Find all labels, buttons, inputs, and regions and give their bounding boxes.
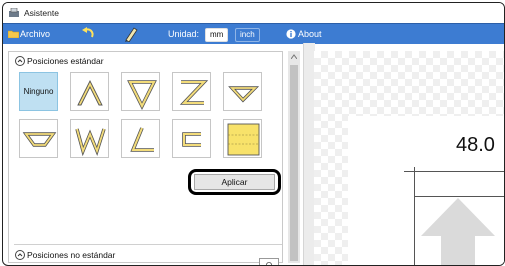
- z-shape-icon: [179, 80, 209, 105]
- section-divider: [14, 244, 282, 245]
- yellow-square-shape-icon: [227, 123, 260, 156]
- title-bar: Asistente: [3, 3, 504, 23]
- unit-mm-button[interactable]: mm: [205, 28, 229, 42]
- up-arrow-icon: [421, 198, 495, 265]
- positions-panel: Posiciones estándar Ninguno Posiciones n…: [8, 51, 283, 265]
- app-window: Asistente Archivo Unidad: mm inch About: [2, 2, 505, 266]
- position-tile-l-slant[interactable]: [121, 119, 160, 158]
- position-tile-label: Ninguno: [23, 87, 54, 96]
- c-shape-icon: [182, 132, 201, 147]
- flag-tilted-shape-icon: [127, 80, 157, 111]
- menu-archivo[interactable]: Archivo: [20, 24, 50, 44]
- apply-button[interactable]: Aplicar: [194, 174, 275, 190]
- position-tile-z[interactable]: [172, 72, 211, 111]
- dimension-guide-line: [414, 167, 415, 265]
- unidad-label: Unidad:: [168, 29, 200, 39]
- position-tile-flag[interactable]: [121, 72, 160, 111]
- page-top-edge: [415, 196, 504, 197]
- position-tile-square[interactable]: [223, 119, 262, 158]
- scroll-up-arrow-icon[interactable]: [291, 54, 297, 59]
- position-tile-down-triangle[interactable]: [223, 72, 262, 111]
- menu-bar: Archivo Unidad: mm inch About: [3, 23, 504, 44]
- dimension-line: [404, 171, 504, 172]
- down-triangle-shape-icon: [228, 86, 260, 103]
- position-tile-c[interactable]: [172, 119, 211, 158]
- left-chevron-shape-icon: [22, 132, 57, 147]
- window-title: Asistente: [24, 8, 59, 18]
- scroll-thumb[interactable]: [290, 65, 298, 261]
- nonstandard-positions-header[interactable]: Posiciones no estándar: [15, 249, 115, 261]
- standard-positions-header[interactable]: Posiciones estándar: [15, 55, 104, 67]
- collapse-icon[interactable]: [15, 55, 25, 66]
- w-shape-icon: [75, 128, 106, 157]
- pencil-icon[interactable]: [123, 27, 138, 42]
- position-tile-ninguno[interactable]: Ninguno: [19, 72, 58, 111]
- l-slant-shape-icon: [130, 127, 154, 152]
- vertical-scrollbar[interactable]: [288, 51, 300, 263]
- folder-icon[interactable]: [8, 30, 19, 38]
- app-icon: [9, 8, 19, 17]
- position-tile-lambda[interactable]: [70, 72, 109, 111]
- unit-inch-button[interactable]: inch: [235, 28, 260, 42]
- position-tile-w[interactable]: [70, 119, 109, 158]
- info-icon[interactable]: [286, 29, 296, 39]
- standard-positions-label: Posiciones estándar: [27, 56, 104, 66]
- collapse-icon[interactable]: [15, 249, 25, 260]
- undo-icon[interactable]: [81, 27, 95, 41]
- search-icon[interactable]: [259, 258, 279, 265]
- nonstandard-positions-label: Posiciones no estándar: [27, 250, 116, 260]
- lambda-shape-icon: [77, 79, 103, 106]
- position-tile-left-chevron[interactable]: [19, 119, 58, 158]
- dimension-value: 48.0: [456, 134, 495, 156]
- menu-about[interactable]: About: [298, 24, 322, 44]
